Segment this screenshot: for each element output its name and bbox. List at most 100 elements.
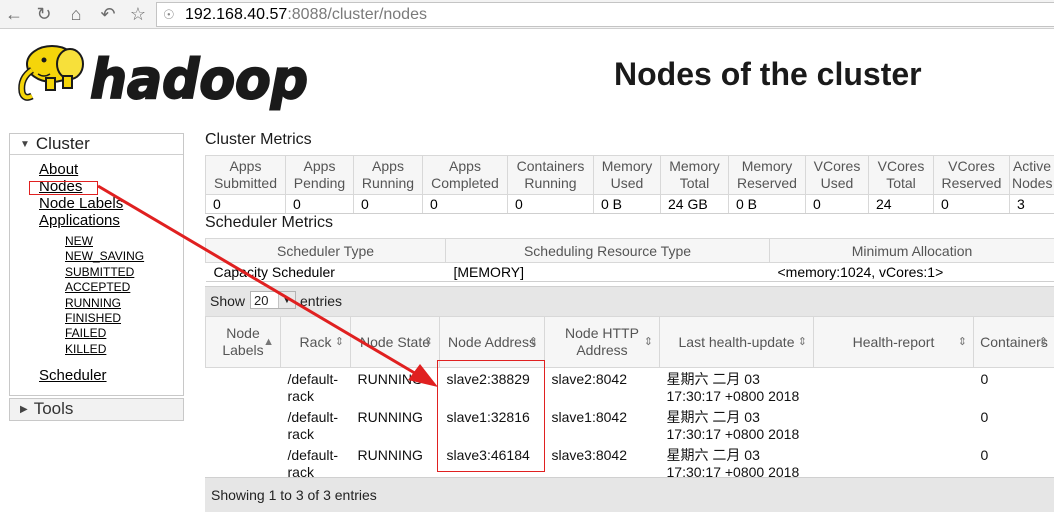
column-header-node-state[interactable]: Node State ⇕ [350,316,440,368]
metric-header: Memory Used [593,155,661,195]
nav-about[interactable]: About [39,161,78,178]
url-path: :8088/cluster/nodes [287,6,427,23]
rack-cell: /default-rack [287,409,339,442]
column-header-health-report[interactable]: Health-report ⇕ [813,316,974,368]
page-title: Nodes of the cluster [614,56,922,92]
sort-icon: ⇕ [423,336,433,348]
column-header-rack[interactable]: Rack ⇕ [280,316,351,368]
metric-header: VCores Used [805,155,869,195]
scheduler-header: Scheduler Type [205,238,446,263]
sort-asc-icon: ▲ [263,336,274,348]
triangle-right-icon: ▶ [20,404,28,415]
nav-applications[interactable]: Applications [39,212,120,229]
nav-app-killed[interactable]: KILLED [65,342,106,356]
cluster-menu-header[interactable]: ▼ Cluster [10,134,183,155]
node-http-link[interactable]: slave2:8042 [552,371,628,387]
shield-icon: ☉ [163,7,175,22]
hadoop-logo[interactable]: hadoop [10,34,315,114]
last-update-cell: 星期六 二月 03 17:30:17 +0800 2018 [666,409,800,442]
containers-cell: 0 [980,371,989,387]
address-bar[interactable]: ☉ 192.168.40.57:8088/cluster/nodes [156,2,1054,27]
nav-app-accepted[interactable]: ACCEPTED [65,280,130,294]
url-host: 192.168.40.57 [185,6,288,23]
sort-icon: ⇕ [643,336,653,348]
metric-value: 0 [422,194,508,214]
metric-header: Containers Running [507,155,594,195]
nav-app-finished[interactable]: FINISHED [65,311,121,325]
nav-node-labels[interactable]: Node Labels [39,195,123,212]
nodes-highlight-box [29,181,98,195]
health-report-cell [814,406,974,444]
column-header-last-health-update[interactable]: Last health-update ⇕ [659,316,814,368]
state-cell: RUNNING [357,409,423,425]
node-labels-cell [206,368,281,407]
metric-value: 0 [285,194,354,214]
metric-value: 24 [868,194,934,214]
scheduler-header: Minimum Allocation [769,238,1054,263]
sort-icon: ⇕ [797,336,807,348]
sort-icon: ⇕ [528,336,538,348]
health-report-cell [814,368,974,407]
show-label: Show [210,293,246,309]
page-size-select[interactable]: 20 ▼ [250,291,296,309]
triangle-down-icon: ▼ [20,139,30,150]
nav-app-running[interactable]: RUNNING [65,296,121,310]
metric-header: Active Nodes [1009,155,1054,195]
scheduler-metrics-table: Scheduler Type Scheduling Resource Type … [205,238,1054,282]
metric-value: 0 B [728,194,806,214]
metric-value: 3 [1009,194,1054,214]
metric-value: 0 [933,194,1010,214]
nav-scheduler[interactable]: Scheduler [39,367,107,384]
metric-value: 24 GB [660,194,729,214]
sort-icon: ⇕ [1038,336,1048,348]
star-icon[interactable]: ☆ [128,4,148,24]
column-header-node-labels[interactable]: Node Labels ▲ [205,316,281,368]
tools-menu[interactable]: ▶ Tools [9,398,184,421]
column-header-containers[interactable]: Containers ⇕ [973,316,1054,368]
cluster-menu: ▼ Cluster About Nodes Node Labels Applica… [9,133,184,396]
nodes-table: Node Labels ▲ Rack ⇕ Node State ⇕ Node Addr… [205,316,1054,482]
metric-header: Apps Running [353,155,423,195]
active-nodes-link[interactable]: 3 [1017,196,1025,212]
metric-header: Memory Total [660,155,729,195]
node-http-link[interactable]: slave1:8042 [552,409,628,425]
sort-icon: ⇕ [957,336,967,348]
reload-icon[interactable]: ↻ [34,4,54,24]
home-icon[interactable]: ⌂ [66,4,86,24]
containers-cell: 0 [980,409,989,425]
chevron-down-icon: ▼ [278,292,295,308]
metric-header: Apps Completed [422,155,508,195]
metric-header: VCores Reserved [933,155,1010,195]
cluster-metrics-title: Cluster Metrics [205,131,312,148]
nav-app-new-saving[interactable]: NEW_SAVING [65,249,144,263]
metric-value: 0 [507,194,594,214]
datatable-info-bar: Showing 1 to 3 of 3 entries [205,477,1054,512]
node-address-highlight-box [437,360,545,472]
column-header-node-http-address[interactable]: Node HTTP Address ⇕ [544,316,660,368]
sort-icon: ⇕ [334,336,344,348]
scheduler-value: Capacity Scheduler [205,262,446,282]
scheduler-header: Scheduling Resource Type [445,238,770,263]
logo-text: hadoop [90,48,308,111]
state-cell: RUNNING [357,371,423,387]
nav-app-failed[interactable]: FAILED [65,326,106,340]
back-icon[interactable]: ← [4,4,24,24]
metric-value: 0 [805,194,869,214]
entries-label: entries [300,293,343,309]
metric-value: 0 B [593,194,661,214]
scheduler-metrics-title: Scheduler Metrics [205,214,334,231]
tools-menu-header[interactable]: ▶ Tools [10,399,183,419]
metric-header: Apps Submitted [205,155,286,195]
node-http-link[interactable]: slave3:8042 [552,447,628,463]
metric-header: Apps Pending [285,155,354,195]
rack-cell: /default-rack [287,371,339,404]
undo-icon[interactable]: ↶ [98,4,118,24]
browser-toolbar: ← ↻ ⌂ ↶ ☆ ☉ 192.168.40.57:8088/cluster/n… [0,0,1054,29]
datatable-length-bar: Show 20 ▼ entries [205,286,1054,316]
scheduler-value: <memory:1024, vCores:1> [769,262,1054,282]
metric-value: 0 [353,194,423,214]
nav-app-submitted[interactable]: SUBMITTED [65,265,134,279]
table-row: /default-rack RUNNING slave2:38829 slave… [206,368,1054,407]
last-update-cell: 星期六 二月 03 17:30:17 +0800 2018 [666,371,800,404]
nav-app-new[interactable]: NEW [65,234,93,248]
